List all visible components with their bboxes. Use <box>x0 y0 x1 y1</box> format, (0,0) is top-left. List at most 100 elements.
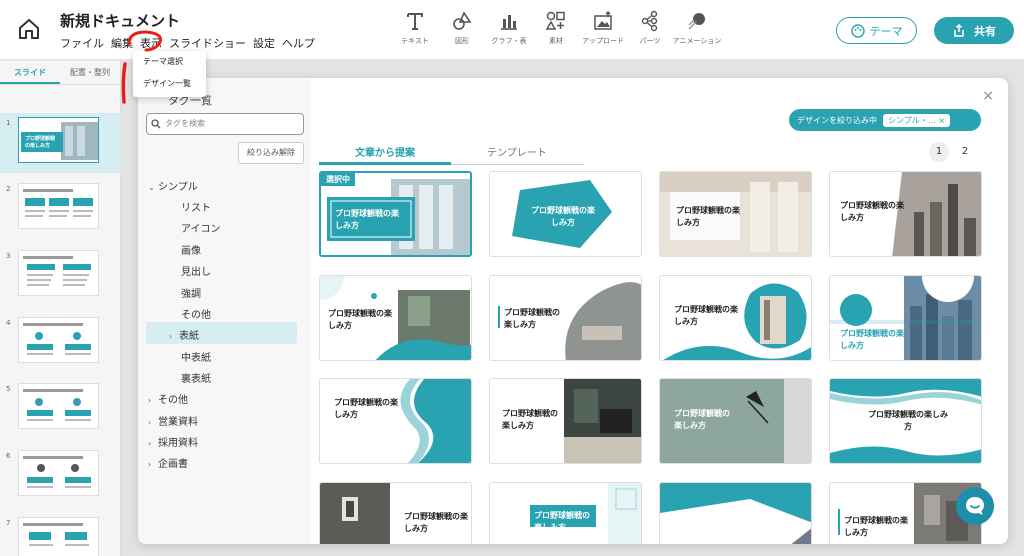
tag-item-simple[interactable]: ⌄ シンプル <box>148 178 198 193</box>
design-card[interactable]: プロ野球観戦の楽しみ方 <box>829 275 982 361</box>
tab-template[interactable]: テンプレート <box>487 144 547 159</box>
design-card[interactable]: プロ野球観戦の楽しみ方 <box>829 378 982 464</box>
tag-item-emphasis[interactable]: 強調 <box>181 285 201 300</box>
tag-item-back-cover[interactable]: 裏表紙 <box>181 370 211 385</box>
design-card[interactable]: プロ野球観戦の楽しみ方 <box>659 171 812 257</box>
design-content: × デザインを絞り込み中 シンプル・… × 文章から提案 テンプレート 1 2 … <box>311 78 1008 544</box>
theme-button[interactable]: テーマ <box>836 17 917 44</box>
design-card[interactable]: プロ野球観戦の楽しみ方 <box>659 378 812 464</box>
tab-slides[interactable]: スライド <box>0 61 60 84</box>
design-card[interactable]: 選択中 プロ野球観戦の楽しみ方 <box>319 171 472 257</box>
tag-item-list[interactable]: リスト <box>181 199 211 214</box>
tool-shape[interactable]: 図形 <box>440 10 484 46</box>
tool-text[interactable]: テキスト <box>393 10 437 46</box>
tag-item-other[interactable]: その他 <box>181 306 211 321</box>
chevron-right-icon: › <box>148 439 152 448</box>
shape-icon <box>453 11 472 30</box>
tool-material[interactable]: 素材 <box>534 10 578 46</box>
design-card[interactable]: プロ野球観戦の楽しみ方 <box>829 171 982 257</box>
menu-edit[interactable]: 編集 <box>111 35 133 51</box>
tab-arrange[interactable]: 配置・整列 <box>60 61 120 84</box>
slide-thumbnail[interactable] <box>18 517 99 556</box>
tag-item-image[interactable]: 画像 <box>181 242 201 257</box>
slide-thumbnail-row[interactable]: 3 <box>0 246 121 306</box>
tag-item-sales[interactable]: › 営業資料 <box>148 413 198 428</box>
tab-suggest-from-text[interactable]: 文章から提案 <box>355 144 415 159</box>
slide-thumbnail[interactable]: プロ野球観戦の楽しみ方 <box>18 117 99 163</box>
tool-parts[interactable]: パーツ <box>628 10 672 46</box>
material-icon <box>545 11 565 30</box>
page-1[interactable]: 1 <box>929 142 949 162</box>
slide-thumbnail[interactable] <box>18 383 99 429</box>
slide-thumbnail[interactable] <box>18 183 99 229</box>
slide-panel: スライド 配置・整列 1 プロ野球観戦の楽しみ方 2 3 4 5 6 7 <box>0 61 121 556</box>
tag-item-cover[interactable]: › 表紙 <box>169 327 199 342</box>
menu-help[interactable]: ヘルプ <box>282 35 315 51</box>
design-card[interactable]: プロ野球観戦の楽しみ方 <box>659 275 812 361</box>
tool-upload[interactable]: アップロード <box>581 10 625 46</box>
menu-file[interactable]: ファイル <box>60 35 104 51</box>
tag-item-inner-cover[interactable]: 中表紙 <box>181 349 211 364</box>
design-card[interactable]: プロ野球観戦の楽しみ方 <box>489 275 642 361</box>
chevron-right-icon: › <box>169 332 173 341</box>
menu-view[interactable]: 表示 <box>140 35 162 51</box>
tool-animation[interactable]: アニメーション <box>673 10 721 46</box>
tag-item-other-category[interactable]: › その他 <box>148 391 188 406</box>
design-card[interactable]: プロ野球観戦の楽しみ方 <box>659 482 812 544</box>
close-icon[interactable]: × <box>982 88 994 104</box>
design-card[interactable]: プロ野球観戦の楽しみ方 <box>319 482 472 544</box>
slide-thumbnail-row[interactable]: 2 <box>0 179 121 239</box>
tag-search-input[interactable]: タグを検索 <box>146 113 304 135</box>
page-2[interactable]: 2 <box>955 142 975 162</box>
slide-thumbnail-row[interactable]: 1 プロ野球観戦の楽しみ方 <box>0 113 121 173</box>
slide-thumbnail-row[interactable]: 6 <box>0 446 121 506</box>
filter-clear-button[interactable]: 絞り込み解除 <box>238 142 304 164</box>
share-icon <box>954 23 964 37</box>
chart-icon <box>501 15 517 30</box>
share-button[interactable]: 共有 <box>934 17 1014 44</box>
design-list-modal: タグ一覧 タグを検索 絞り込み解除 ⌄ シンプル リスト アイコン 画像 見出し … <box>138 78 1008 544</box>
tag-item-icon[interactable]: アイコン <box>181 220 221 235</box>
chat-icon <box>966 497 984 515</box>
design-card[interactable]: プロ野球観戦の楽しみ方 <box>319 378 472 464</box>
chevron-right-icon: › <box>148 396 152 405</box>
home-icon[interactable] <box>16 16 42 42</box>
chevron-right-icon: › <box>148 460 152 469</box>
tag-item-proposal[interactable]: › 企画書 <box>148 455 188 470</box>
parts-icon <box>641 10 658 32</box>
menu-bar: ファイル 編集 表示 スライドショー 設定 ヘルプ <box>60 35 315 51</box>
search-icon <box>151 119 161 129</box>
slide-thumbnail-row[interactable]: 4 <box>0 313 121 373</box>
document-title[interactable]: 新規ドキュメント <box>60 10 180 31</box>
slide-thumbnail[interactable] <box>18 250 99 296</box>
menu-item-theme-select[interactable]: テーマ選択 <box>133 51 206 73</box>
content-tabs: 文章から提案 テンプレート <box>319 140 584 165</box>
palette-icon <box>850 23 865 38</box>
selected-badge: 選択中 <box>321 173 355 186</box>
design-card[interactable]: プロ野球観戦の楽しみ方 <box>489 378 642 464</box>
tool-chart[interactable]: グラフ・表 <box>487 10 531 46</box>
design-card[interactable]: プロ野球観戦の楽しみ方 <box>489 482 642 544</box>
chevron-down-icon: ⌄ <box>148 183 155 192</box>
filter-chip[interactable]: デザインを絞り込み中 シンプル・… × <box>789 109 981 131</box>
menu-settings[interactable]: 設定 <box>253 35 275 51</box>
slide-thumbnail-row[interactable]: 7 <box>0 513 121 556</box>
filter-chip-value: シンプル・… × <box>883 113 951 127</box>
design-card[interactable]: プロ野球観戦の楽しみ方 <box>489 171 642 257</box>
tag-item-recruiting[interactable]: › 採用資料 <box>148 434 198 449</box>
pagination: 1 2 <box>929 142 975 162</box>
menu-item-design-list[interactable]: デザイン一覧 <box>133 73 206 95</box>
chat-support-button[interactable] <box>956 487 994 525</box>
tag-panel: タグ一覧 タグを検索 絞り込み解除 ⌄ シンプル リスト アイコン 画像 見出し … <box>138 78 311 544</box>
animation-icon <box>688 13 705 30</box>
chip-close-icon[interactable]: × <box>938 116 945 125</box>
chevron-right-icon: › <box>148 418 152 427</box>
design-card[interactable]: プロ野球観戦の楽しみ方 <box>319 275 472 361</box>
menu-slideshow[interactable]: スライドショー <box>169 35 246 51</box>
tag-item-heading[interactable]: 見出し <box>181 263 211 278</box>
slide-thumbnail[interactable] <box>18 317 99 363</box>
text-icon <box>407 13 423 30</box>
slide-thumbnail[interactable] <box>18 450 99 496</box>
view-dropdown-menu: テーマ選択 デザイン一覧 <box>133 51 206 97</box>
slide-thumbnail-row[interactable]: 5 <box>0 379 121 439</box>
